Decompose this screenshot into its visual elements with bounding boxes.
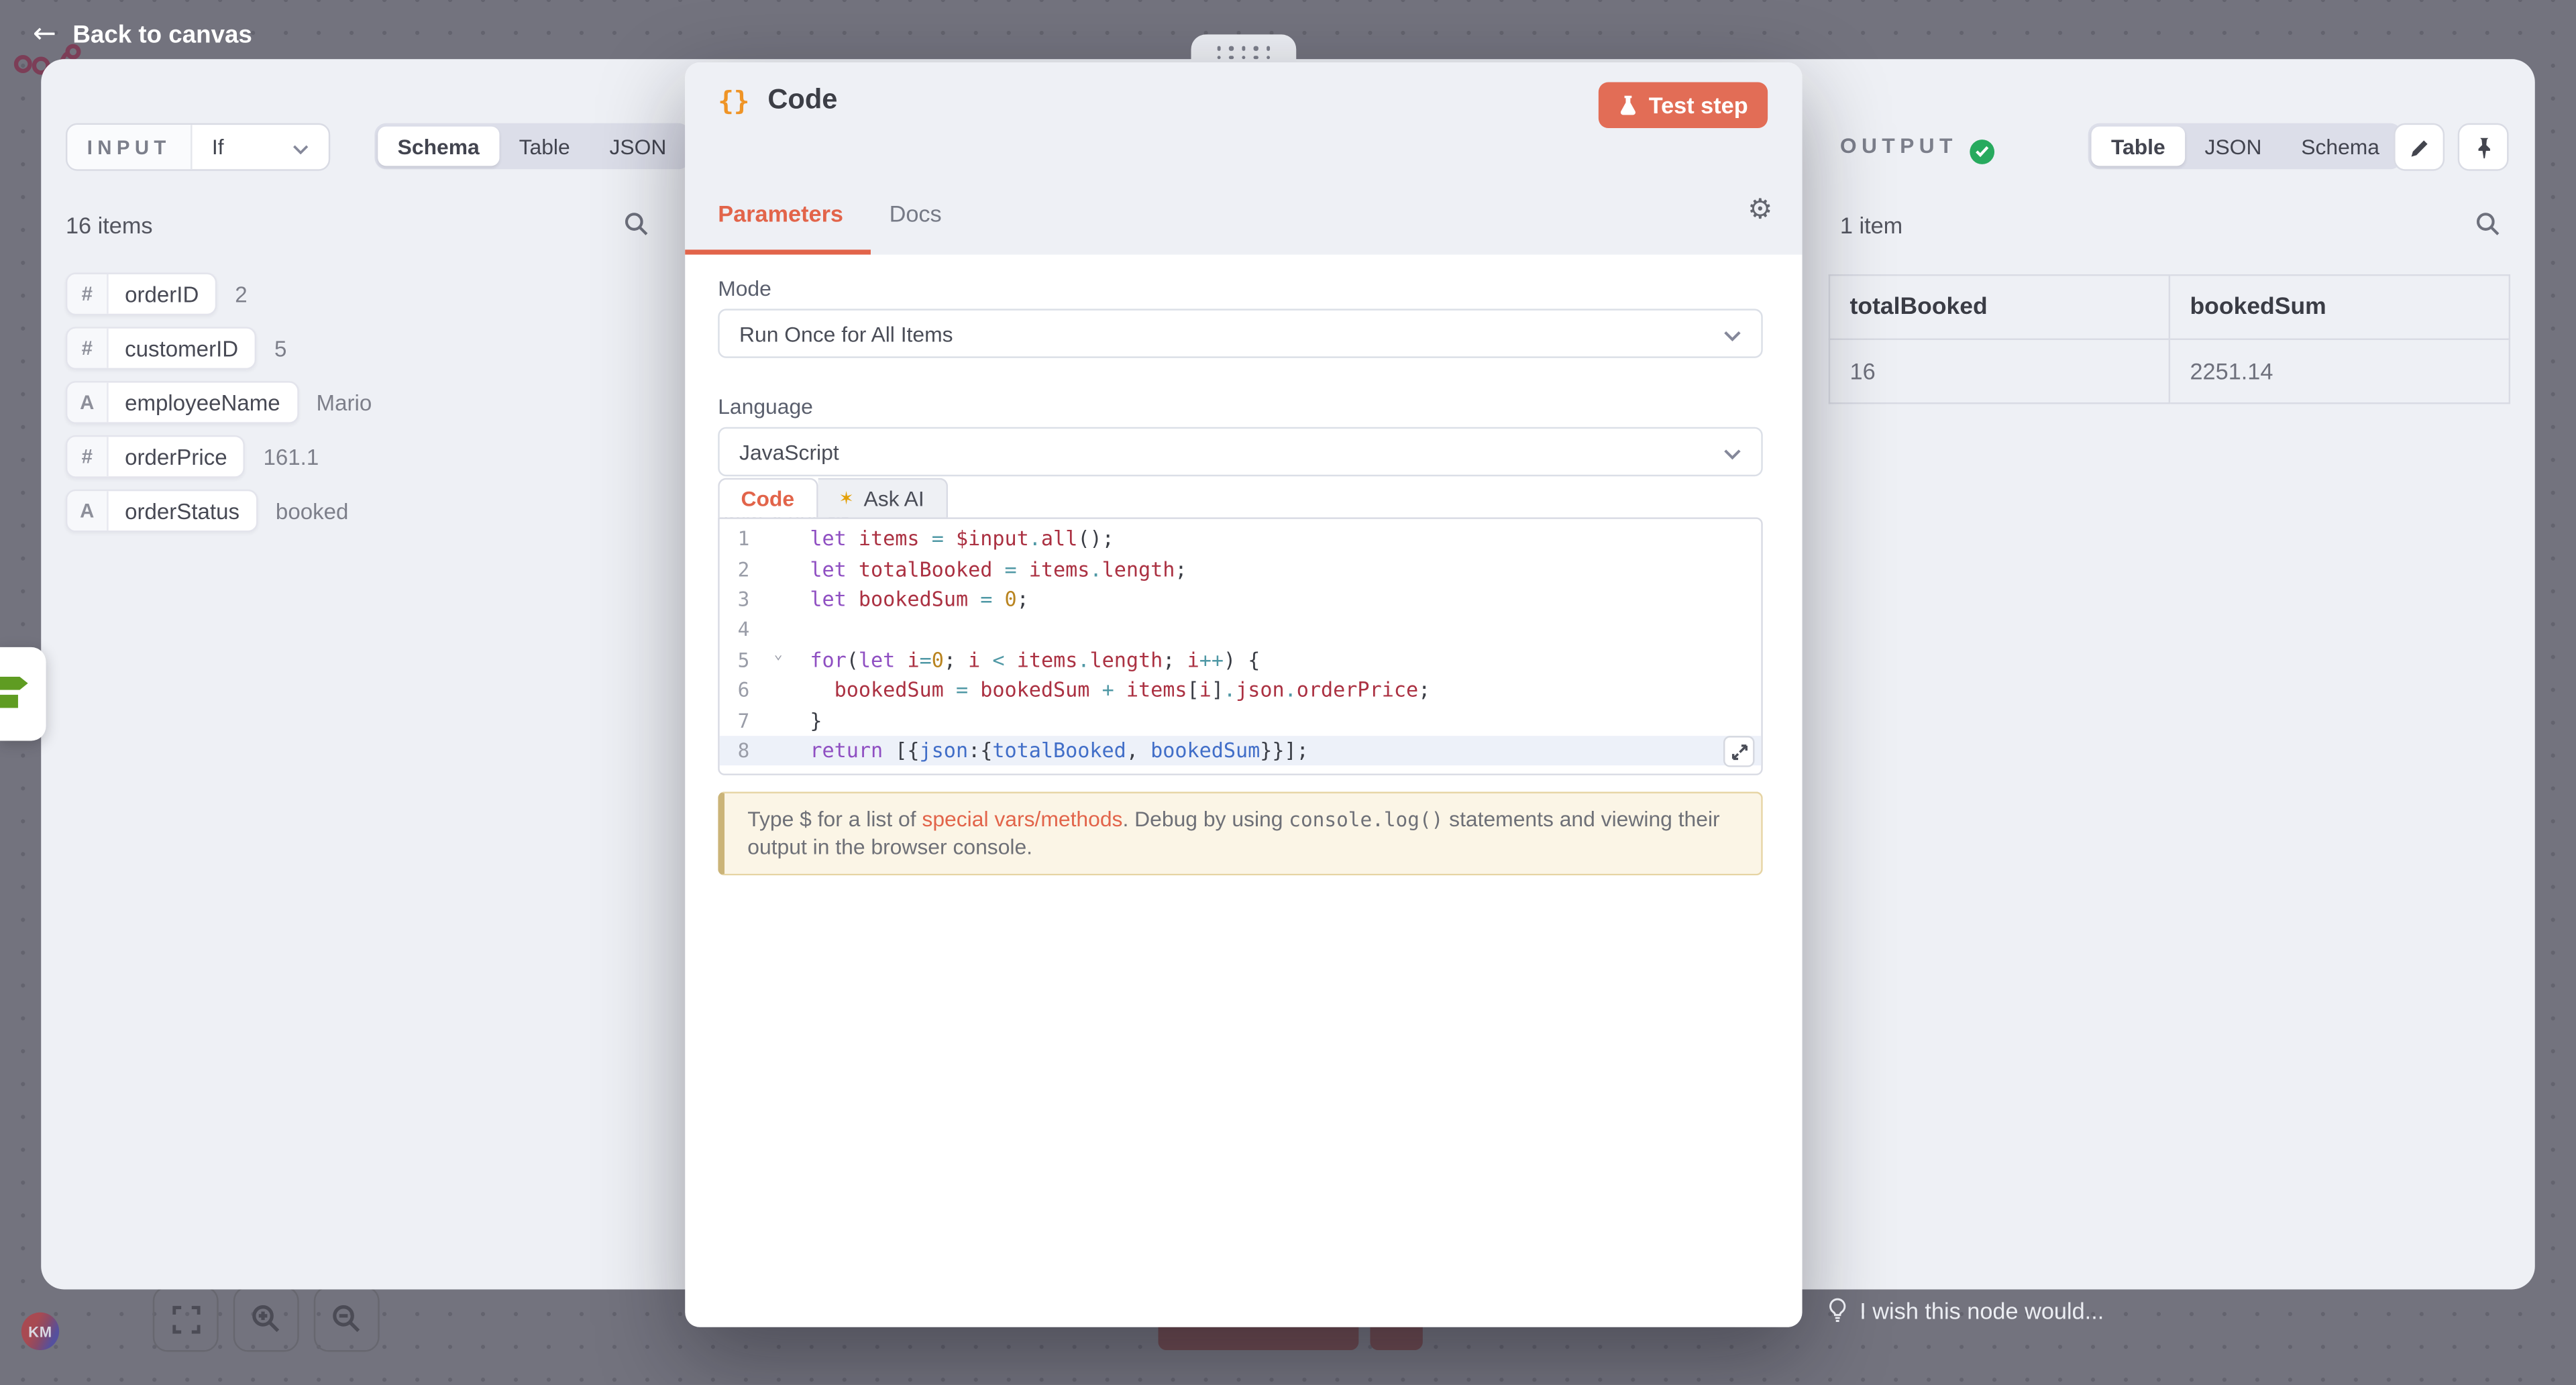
test-step-label: Test step bbox=[1649, 92, 1748, 118]
code-node-icon: {} bbox=[718, 85, 749, 116]
code-editor[interactable]: 1let items = $input.all();2let totalBook… bbox=[718, 517, 1763, 775]
input-node-selector-value: If bbox=[212, 135, 224, 160]
chevron-down-icon bbox=[1723, 439, 1741, 464]
active-tab-underline bbox=[685, 250, 871, 254]
input-items-count: 16 items bbox=[66, 212, 153, 238]
output-table: totalBookedbookedSum162251.14 bbox=[1829, 274, 2510, 404]
app-viewport: KM ← Back to canvas INPUT If SchemaTable… bbox=[0, 0, 2576, 1384]
mode-label: Mode bbox=[718, 276, 771, 300]
output-view-json[interactable]: JSON bbox=[2185, 127, 2282, 166]
fit-view-button[interactable] bbox=[153, 1286, 219, 1352]
expand-icon bbox=[1731, 743, 1747, 759]
output-label: OUTPUT bbox=[1840, 133, 1957, 158]
modal-tabs: Parameters Docs bbox=[718, 201, 942, 243]
input-view-switcher: SchemaTableJSON bbox=[374, 123, 689, 170]
output-items-count: 1 item bbox=[1840, 212, 1902, 238]
schema-item-employeeName[interactable]: AemployeeNameMario bbox=[66, 381, 372, 424]
number-type-icon: # bbox=[67, 437, 108, 476]
output-header: OUTPUT bbox=[1840, 131, 1995, 164]
schema-item-customerID[interactable]: #customerID5 bbox=[66, 327, 372, 370]
test-step-button[interactable]: Test step bbox=[1598, 82, 1768, 128]
node-suggestion-label: I wish this node would... bbox=[1860, 1298, 2104, 1324]
editor-hint-box: Type $ for a list of special vars/method… bbox=[718, 791, 1763, 875]
code-line-4[interactable]: 4 bbox=[720, 614, 1762, 645]
tab-parameters[interactable]: Parameters bbox=[718, 201, 843, 243]
success-check-icon bbox=[1970, 139, 1995, 164]
code-line-3[interactable]: 3let bookedSum = 0; bbox=[720, 584, 1762, 614]
mode-select-value: Run Once for All Items bbox=[739, 321, 953, 346]
flask-icon bbox=[1617, 95, 1637, 116]
tab-docs[interactable]: Docs bbox=[890, 201, 942, 243]
output-col-bookedSum: bookedSum bbox=[2169, 275, 2510, 339]
back-to-canvas-label: Back to canvas bbox=[72, 21, 252, 50]
input-section-label-box: INPUT bbox=[67, 125, 192, 169]
table-row[interactable]: 162251.14 bbox=[1829, 339, 2510, 404]
output-search-icon[interactable] bbox=[2476, 212, 2501, 245]
lightbulb-icon bbox=[1827, 1298, 1848, 1324]
mode-select[interactable]: Run Once for All Items bbox=[718, 309, 1763, 357]
number-type-icon: # bbox=[67, 329, 108, 368]
editor-tabs: Code ✶ Ask AI bbox=[718, 478, 947, 518]
node-title[interactable]: Code bbox=[767, 84, 837, 117]
string-type-icon: A bbox=[67, 491, 108, 531]
code-line-8[interactable]: 8return [{json:{totalBooked, bookedSum}}… bbox=[720, 735, 1762, 765]
zoom-out-button[interactable] bbox=[314, 1286, 380, 1352]
tab-code[interactable]: Code bbox=[718, 478, 817, 518]
input-view-json[interactable]: JSON bbox=[590, 127, 686, 166]
output-view-switcher: TableJSONSchema bbox=[2088, 123, 2403, 170]
input-header-control: INPUT If bbox=[66, 123, 331, 171]
input-node-stub[interactable] bbox=[0, 647, 46, 741]
language-label: Language bbox=[718, 394, 813, 419]
language-select-value: JavaScript bbox=[739, 439, 839, 464]
chevron-down-icon bbox=[1723, 321, 1741, 346]
tab-ask-ai[interactable]: ✶ Ask AI bbox=[817, 478, 947, 518]
pin-icon bbox=[2473, 135, 2494, 158]
arrow-left-icon: ← bbox=[33, 21, 56, 50]
zoom-in-icon bbox=[252, 1304, 281, 1333]
code-line-7[interactable]: 7} bbox=[720, 705, 1762, 735]
output-view-schema[interactable]: Schema bbox=[2282, 127, 2400, 166]
drag-dots bbox=[1217, 55, 1271, 59]
string-type-icon: A bbox=[67, 383, 108, 423]
input-view-schema[interactable]: Schema bbox=[378, 127, 499, 166]
pencil-icon bbox=[2408, 135, 2430, 158]
schema-item-orderPrice[interactable]: #orderPrice161.1 bbox=[66, 435, 372, 478]
modal-header: {} Code Test step Parameters Docs ⚙ bbox=[685, 62, 1802, 255]
input-schema-list: #orderID2 #customerID5 AemployeeNameMario #… bbox=[66, 273, 372, 533]
canvas-zoom-controls bbox=[153, 1286, 380, 1352]
special-vars-link[interactable]: special vars/methods bbox=[922, 806, 1122, 831]
fit-view-icon bbox=[172, 1305, 200, 1333]
expand-editor-button[interactable] bbox=[1723, 736, 1755, 767]
input-node-selector[interactable]: If bbox=[193, 125, 329, 169]
gear-icon[interactable]: ⚙ bbox=[1748, 197, 1772, 225]
code-line-5[interactable]: 5⌄for(let i=0; i < items.length; i++) { bbox=[720, 645, 1762, 675]
schema-item-orderStatus[interactable]: AorderStatusbooked bbox=[66, 490, 372, 533]
zoom-out-icon bbox=[332, 1304, 362, 1333]
edit-output-button[interactable] bbox=[2394, 123, 2445, 171]
input-view-table[interactable]: Table bbox=[499, 127, 590, 166]
drag-dots bbox=[1217, 46, 1271, 50]
zoom-in-button[interactable] bbox=[233, 1286, 299, 1352]
node-suggestion-button[interactable]: I wish this node would... bbox=[1827, 1298, 2104, 1324]
fold-chevron-icon: ⌄ bbox=[773, 647, 782, 663]
output-view-table[interactable]: Table bbox=[2092, 127, 2186, 166]
if-node-icon bbox=[0, 672, 36, 715]
chevron-down-icon bbox=[292, 135, 309, 160]
language-select[interactable]: JavaScript bbox=[718, 427, 1763, 476]
code-line-6[interactable]: 6 bookedSum = bookedSum + items[i].json.… bbox=[720, 675, 1762, 705]
schema-item-orderID[interactable]: #orderID2 bbox=[66, 273, 372, 316]
code-node-modal: {} Code Test step Parameters Docs ⚙ Mode… bbox=[685, 62, 1802, 1327]
code-line-2[interactable]: 2let totalBooked = items.length; bbox=[720, 554, 1762, 584]
code-line-1[interactable]: 1let items = $input.all(); bbox=[720, 524, 1762, 554]
input-search-icon[interactable] bbox=[625, 212, 649, 245]
user-avatar[interactable]: KM bbox=[21, 1313, 59, 1350]
pin-data-button[interactable] bbox=[2458, 123, 2509, 171]
back-to-canvas-button[interactable]: ← Back to canvas bbox=[33, 21, 252, 50]
output-col-totalBooked: totalBooked bbox=[1829, 275, 2169, 339]
sparkle-icon: ✶ bbox=[839, 488, 854, 509]
input-label: INPUT bbox=[87, 135, 171, 158]
node-title-group: {} Code bbox=[718, 84, 837, 117]
number-type-icon: # bbox=[67, 274, 108, 314]
